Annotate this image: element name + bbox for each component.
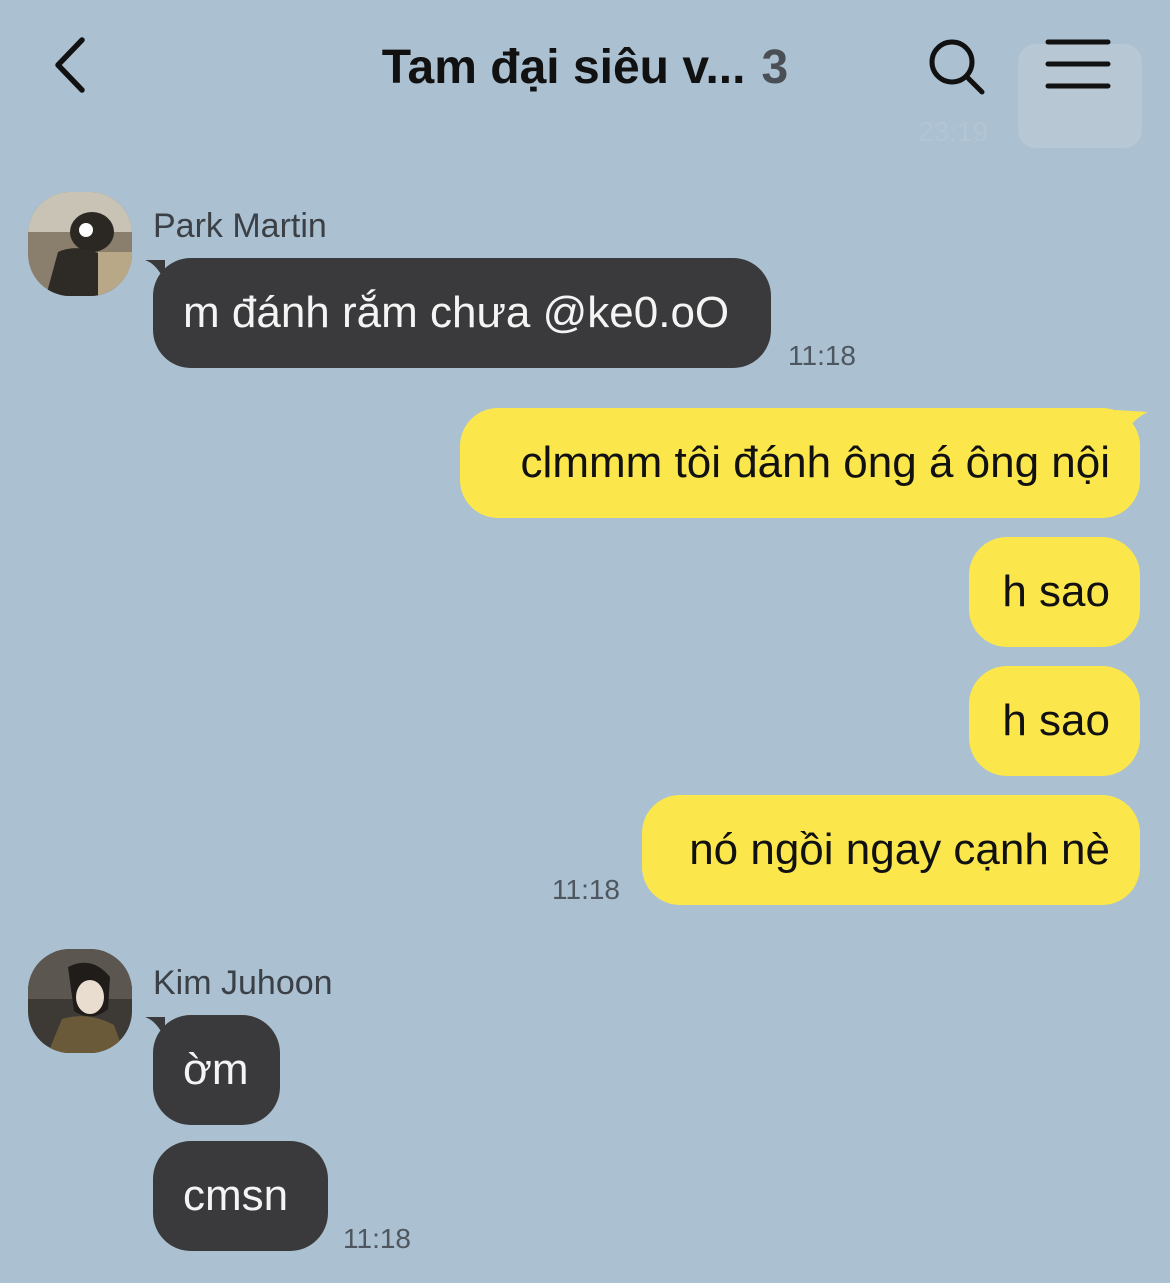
chat-title: Tam đại siêu v... 3 [0, 40, 1170, 95]
message-time: 11:18 [552, 874, 620, 905]
chat-header: 23:19 Tam đại siêu v... 3 [0, 0, 1170, 148]
message-bubble-incoming[interactable]: m đánh rắm chưa @ke0.oO [153, 258, 771, 368]
sender-name: Kim Juhoon [153, 964, 333, 1002]
message-time: 11:18 [343, 1223, 411, 1254]
ghost-overlay-time: 23:19 [918, 116, 989, 147]
avatar-kim-juhoon[interactable] [28, 949, 132, 1053]
avatar-photo [28, 949, 132, 1053]
chat-title-text: Tam đại siêu v... [381, 41, 746, 94]
message-bubble-outgoing[interactable]: h sao [969, 666, 1140, 776]
hamburger-menu-icon [1045, 39, 1111, 89]
avatar-photo [28, 192, 132, 296]
menu-button[interactable] [1040, 34, 1116, 94]
message-bubble-incoming[interactable]: cmsn [153, 1141, 328, 1251]
message-bubble-outgoing[interactable]: clmmm tôi đánh ông á ông nội [460, 408, 1140, 518]
message-bubble-outgoing[interactable]: h sao [969, 537, 1140, 647]
search-button[interactable] [922, 32, 992, 102]
member-count: 3 [761, 41, 789, 94]
avatar-park-martin[interactable] [28, 192, 132, 296]
message-bubble-outgoing[interactable]: nó ngồi ngay cạnh nè [642, 795, 1140, 905]
sender-name: Park Martin [153, 207, 327, 245]
message-bubble-incoming[interactable]: ờm [153, 1015, 280, 1125]
search-icon [929, 39, 985, 95]
message-time: 11:18 [788, 340, 856, 371]
